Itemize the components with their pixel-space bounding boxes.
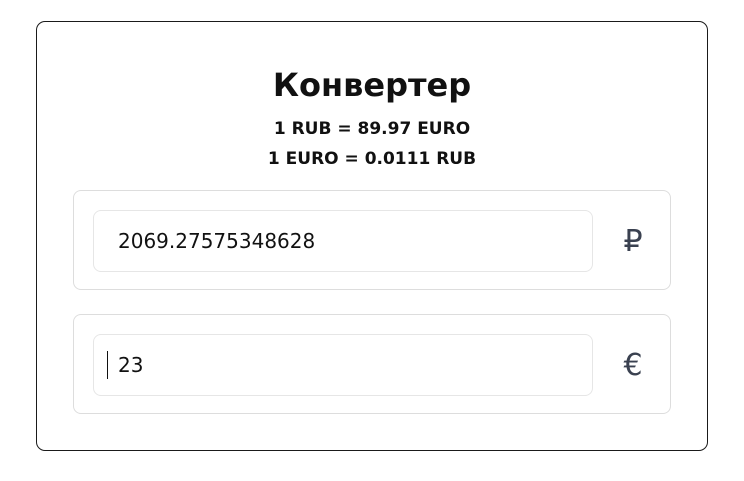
- rub-row: ₽: [73, 190, 671, 290]
- euro-amount-input[interactable]: [93, 334, 593, 396]
- page-title: Конвертер: [272, 66, 472, 104]
- text-cursor: [107, 351, 108, 379]
- euro-icon: €: [623, 347, 643, 383]
- euro-row: €: [73, 314, 671, 414]
- rub-amount-input[interactable]: [93, 210, 593, 272]
- ruble-icon: ₽: [623, 223, 643, 259]
- rate-rub-to-euro: 1 RUB = 89.97 EURO: [273, 119, 471, 139]
- rate-euro-to-rub: 1 EURO = 0.0111 RUB: [267, 149, 477, 169]
- converter-card: Конвертер 1 RUB = 89.97 EURO 1 EURO = 0.…: [36, 21, 708, 451]
